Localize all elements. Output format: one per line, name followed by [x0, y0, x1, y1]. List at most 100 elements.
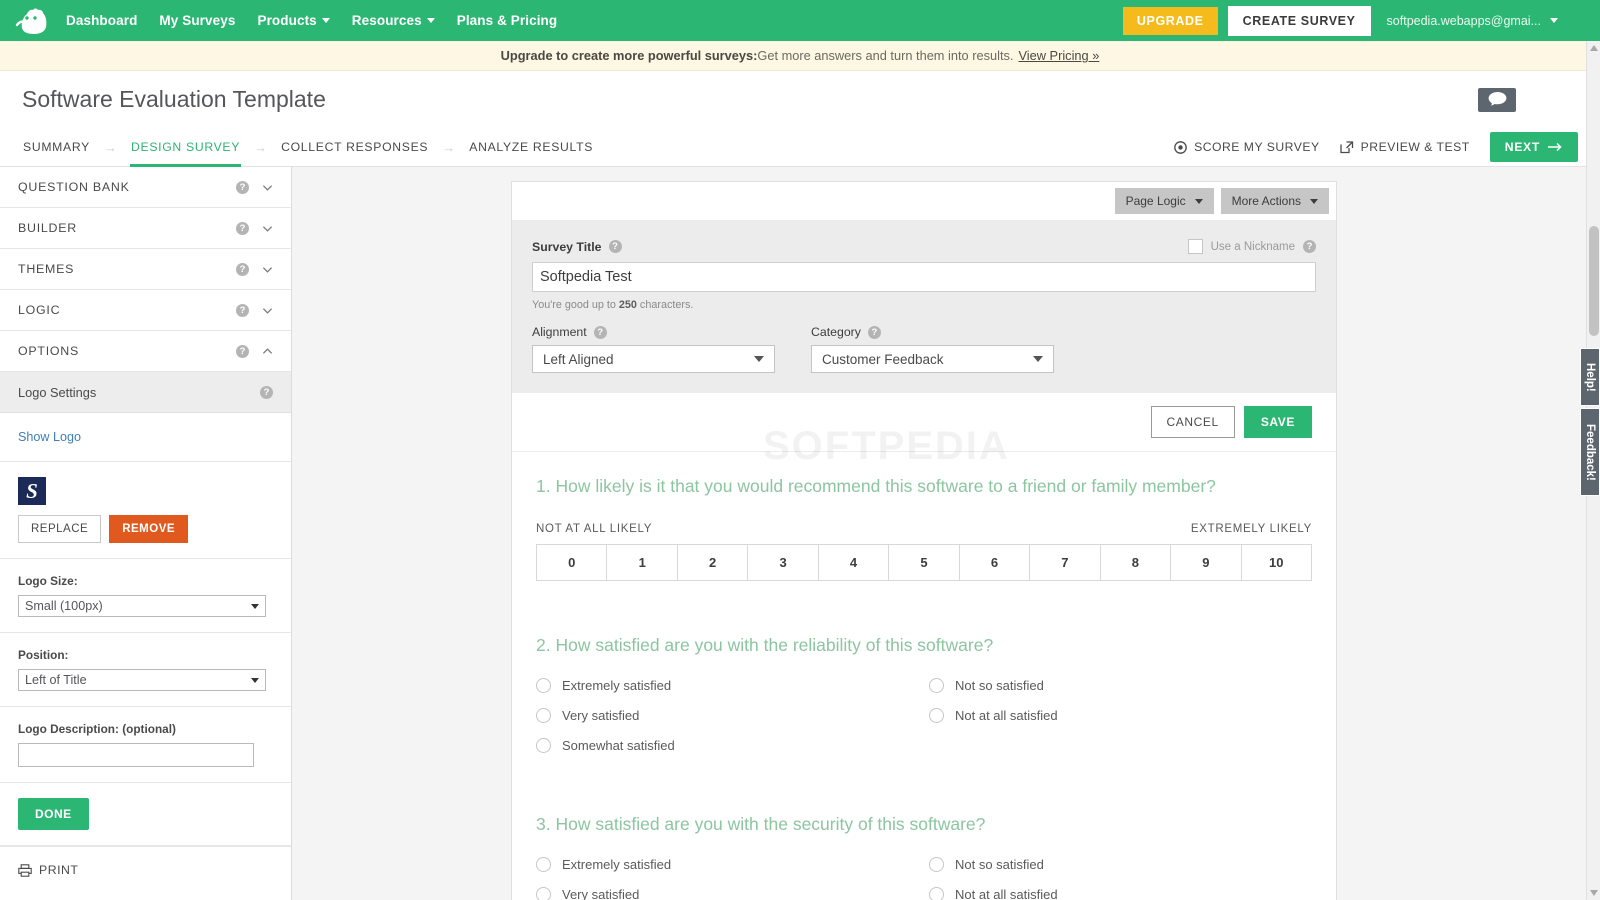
help-icon[interactable]: ?	[593, 325, 607, 339]
radio-option[interactable]: Very satisfied	[536, 700, 919, 730]
sidebar-item-logic[interactable]: LOGIC ?	[0, 290, 291, 331]
scrollbar-thumb[interactable]	[1589, 226, 1599, 336]
score-my-survey-label: SCORE MY SURVEY	[1194, 140, 1320, 154]
logo-description-input[interactable]	[18, 743, 254, 767]
sidebar-item-question-bank[interactable]: QUESTION BANK ?	[0, 167, 291, 208]
save-button[interactable]: SAVE	[1243, 406, 1312, 438]
sidebar-item-options[interactable]: OPTIONS ?	[0, 331, 291, 372]
show-logo-link[interactable]: Show Logo	[18, 430, 81, 444]
view-pricing-link[interactable]: View Pricing »	[1018, 48, 1099, 63]
scroll-up-icon[interactable]	[1590, 45, 1598, 51]
nps-option[interactable]: 9	[1171, 545, 1242, 580]
feedback-tab[interactable]: Feedback!	[1580, 408, 1600, 496]
nps-option[interactable]: 3	[748, 545, 819, 580]
help-icon[interactable]: ?	[608, 240, 622, 253]
replace-logo-button[interactable]: REPLACE	[18, 515, 102, 543]
radio-option[interactable]: Very satisfied	[536, 879, 919, 900]
help-icon[interactable]: ?	[236, 221, 249, 235]
logo-size-select[interactable]: Small (100px)	[18, 595, 266, 617]
logo-position-value: Left of Title	[25, 673, 87, 687]
logo-size-section: Logo Size: Small (100px)	[0, 559, 291, 633]
sidebar-item-themes[interactable]: THEMES ?	[0, 249, 291, 290]
nps-option[interactable]: 4	[818, 545, 890, 580]
nav-link-plans-pricing[interactable]: Plans & Pricing	[457, 13, 558, 28]
preview-and-test-button[interactable]: PREVIEW & TEST	[1339, 140, 1470, 154]
help-icon[interactable]: ?	[867, 325, 881, 339]
tab-analyze-results[interactable]: ANALYZE RESULTS	[468, 128, 594, 166]
nav-link-dashboard[interactable]: Dashboard	[66, 13, 137, 28]
tab-label: ANALYZE RESULTS	[469, 140, 594, 154]
question-title: 2. How satisfied are you with the reliab…	[536, 635, 1312, 656]
create-survey-button[interactable]: CREATE SURVEY	[1227, 5, 1371, 36]
sidebar-item-builder[interactable]: BUILDER ?	[0, 208, 291, 249]
print-button[interactable]: PRINT	[0, 846, 291, 893]
nav-link-my-surveys[interactable]: My Surveys	[159, 13, 235, 28]
step-arrow-icon: →	[103, 139, 117, 155]
help-icon[interactable]: ?	[236, 262, 249, 276]
chevron-down-icon[interactable]	[262, 305, 273, 316]
help-icon[interactable]: ?	[260, 385, 273, 399]
nps-option[interactable]: 5	[889, 545, 960, 580]
nps-option[interactable]: 8	[1100, 545, 1172, 580]
category-select[interactable]: Customer Feedback	[811, 345, 1054, 373]
tab-collect-responses[interactable]: COLLECT RESPONSES	[280, 128, 429, 166]
survey-title-label: Survey Title	[532, 239, 602, 254]
radio-option[interactable]: Not at all satisfied	[929, 879, 1312, 900]
chevron-down-icon[interactable]	[262, 264, 273, 275]
nps-option[interactable]: 10	[1241, 545, 1311, 580]
external-link-icon	[1339, 140, 1353, 153]
nps-option[interactable]: 2	[677, 545, 749, 580]
chevron-down-icon[interactable]	[262, 182, 273, 193]
page-logic-button[interactable]: Page Logic	[1114, 188, 1214, 214]
tab-summary[interactable]: SUMMARY	[22, 128, 91, 166]
radio-option[interactable]: Extremely satisfied	[536, 670, 919, 700]
scroll-down-icon[interactable]	[1590, 890, 1598, 896]
nps-option[interactable]: 7	[1030, 545, 1101, 580]
nps-scale: 0 1 2 3 4 5 6 7 8 9 10	[536, 544, 1312, 581]
score-my-survey-button[interactable]: SCORE MY SURVEY	[1174, 140, 1320, 154]
chevron-down-icon	[1033, 356, 1043, 362]
account-menu[interactable]: softpedia.webapps@gmai...	[1387, 14, 1558, 28]
more-actions-button[interactable]: More Actions	[1220, 188, 1329, 214]
next-button[interactable]: NEXT	[1489, 132, 1578, 162]
tab-design-survey[interactable]: DESIGN SURVEY	[129, 128, 242, 167]
radio-option[interactable]: Extremely satisfied	[536, 849, 919, 879]
nps-option[interactable]: 6	[959, 545, 1031, 580]
nav-link-products[interactable]: Products	[257, 13, 330, 28]
question-3: 3. How satisfied are you with the securi…	[512, 770, 1336, 900]
logo-position-select[interactable]: Left of Title	[18, 669, 266, 691]
top-nav-actions: UPGRADE CREATE SURVEY softpedia.webapps@…	[1122, 5, 1586, 36]
help-icon[interactable]: ?	[1303, 240, 1316, 253]
cancel-button[interactable]: CANCEL	[1150, 406, 1235, 438]
chevron-down-icon[interactable]	[262, 223, 273, 234]
help-tab[interactable]: Help!	[1580, 348, 1600, 406]
use-nickname-checkbox[interactable]	[1187, 239, 1203, 254]
done-button[interactable]: DONE	[18, 798, 89, 830]
chevron-down-icon	[1194, 198, 1203, 204]
survey-title-input[interactable]	[532, 262, 1316, 292]
nps-option[interactable]: 0	[537, 545, 608, 580]
workspace: QUESTION BANK ? BUILDER ? THEMES ? LOGIC…	[0, 167, 1600, 900]
remove-logo-button[interactable]: REMOVE	[109, 515, 189, 543]
nav-link-resources[interactable]: Resources	[352, 13, 435, 28]
help-icon[interactable]: ?	[236, 344, 249, 358]
tab-label: COLLECT RESPONSES	[281, 140, 429, 154]
radio-option[interactable]: Not at all satisfied	[929, 700, 1312, 730]
radio-option[interactable]: Not so satisfied	[929, 849, 1312, 879]
radio-option[interactable]: Not so satisfied	[929, 670, 1312, 700]
category-value: Customer Feedback	[822, 351, 944, 367]
upgrade-button[interactable]: UPGRADE	[1122, 6, 1218, 35]
preview-and-test-label: PREVIEW & TEST	[1360, 140, 1470, 154]
alignment-select[interactable]: Left Aligned	[532, 345, 775, 373]
question-text: How likely is it that you would recommen…	[555, 476, 1216, 496]
chat-bubble-icon[interactable]	[1478, 87, 1516, 112]
help-icon[interactable]: ?	[236, 303, 249, 317]
help-icon[interactable]: ?	[236, 180, 249, 194]
surveymonkey-logo-icon[interactable]	[14, 6, 48, 36]
chevron-up-icon[interactable]	[262, 346, 273, 357]
nps-option[interactable]: 1	[607, 545, 678, 580]
option-label: Not so satisfied	[955, 677, 1044, 693]
radio-option[interactable]: Somewhat satisfied	[536, 730, 919, 760]
nav-link-label: Products	[257, 13, 317, 28]
app-root: Dashboard My Surveys Products Resources …	[0, 0, 1600, 900]
